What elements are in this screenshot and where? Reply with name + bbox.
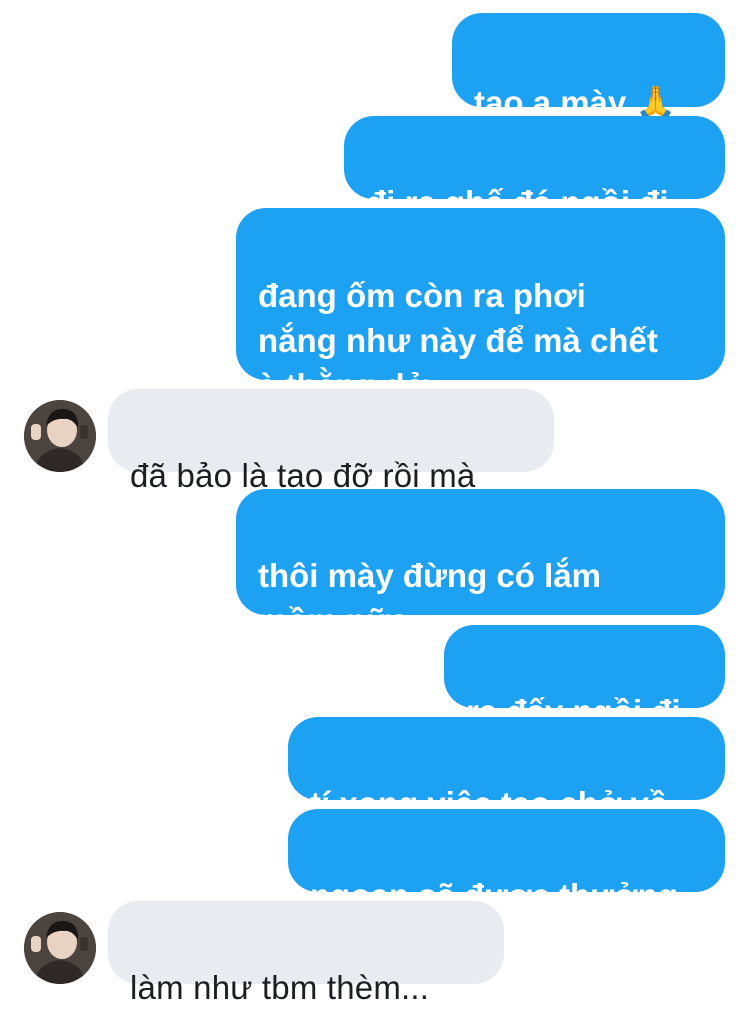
user-avatar-photo-icon (24, 912, 96, 984)
user-avatar-photo-icon (24, 400, 96, 472)
avatar[interactable] (24, 400, 96, 472)
message-text: đang ốm còn ra phơi nắng như này để mà c… (258, 277, 658, 404)
message-bubble-sent[interactable]: đi ra ghế đá ngồi đi (344, 116, 725, 221)
message-bubble-sent[interactable]: ra đấy ngồi đi (444, 625, 725, 730)
avatar[interactable] (24, 912, 96, 984)
message-bubble-sent[interactable]: ngoan sẽ được thưởng (288, 809, 725, 914)
message-text: làm như tbm thèm... (130, 969, 430, 1006)
message-bubble-sent[interactable]: tao ạ mày 🙏 (452, 13, 725, 121)
message-bubble-sent[interactable]: thôi mày đừng có lắm mồm nữa (236, 489, 725, 639)
message-bubble-sent[interactable]: đang ốm còn ra phơi nắng như này để mà c… (236, 208, 725, 404)
message-bubble-sent[interactable]: tí xong việc tao chở về (288, 717, 725, 822)
message-bubble-received[interactable]: làm như tbm thèm... (108, 901, 504, 1006)
message-bubble-received[interactable]: đã bảo là tao đỡ rồi mà (108, 389, 554, 494)
